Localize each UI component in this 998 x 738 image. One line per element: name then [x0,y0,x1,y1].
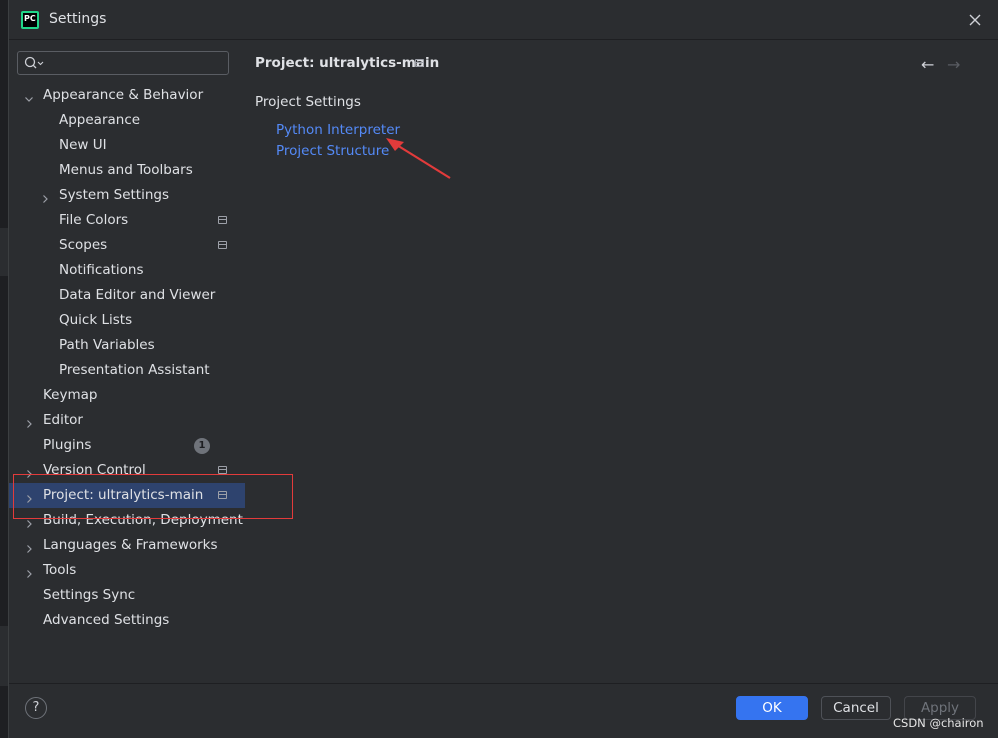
watermark: CSDN @chairon [893,716,984,730]
pycharm-app-icon: PC [21,11,39,29]
sidebar-item-quick-lists[interactable]: Quick Lists [9,308,245,333]
sidebar-item-label: Tools [43,562,77,578]
search-icon [24,56,44,69]
forward-arrow-icon[interactable]: → [947,55,960,74]
sidebar-item-advanced-settings[interactable]: Advanced Settings [9,608,245,633]
chevron-right-icon[interactable] [23,414,35,428]
close-button[interactable] [965,10,985,30]
project-level-icon [218,241,227,249]
dialog-footer: ? OK Cancel Apply [9,683,998,738]
sidebar-item-notifications[interactable]: Notifications [9,258,245,283]
project-structure-link[interactable]: Project Structure [276,143,389,159]
sidebar-item-presentation-assistant[interactable]: Presentation Assistant [9,358,245,383]
annotation-box [13,474,293,519]
sidebar-item-label: Settings Sync [43,587,136,603]
back-arrow-icon[interactable]: ← [921,55,934,74]
sidebar-item-label: New UI [59,137,107,153]
sidebar-item-label: Editor [43,412,83,428]
sidebar-item-settings-sync[interactable]: Settings Sync [9,583,245,608]
sidebar-item-label: Keymap [43,387,98,403]
settings-dialog: PC Settings Appearance & Behavior Appeara… [8,0,998,738]
sidebar-item-data-editor-and-viewer[interactable]: Data Editor and Viewer [9,283,245,308]
chevron-right-icon[interactable] [23,539,35,553]
close-icon [969,14,981,26]
search-input[interactable] [17,51,229,75]
background-strip [0,626,8,686]
sidebar-item-scopes[interactable]: Scopes [9,233,245,258]
sidebar-item-label: Notifications [59,262,144,278]
sidebar-item-label: Menus and Toolbars [59,162,193,178]
sidebar-item-label: Languages & Frameworks [43,537,218,553]
chevron-right-icon[interactable] [23,564,35,578]
sidebar-item-label: File Colors [59,212,129,228]
sidebar-item-path-variables[interactable]: Path Variables [9,333,245,358]
sidebar-item-label: System Settings [59,187,170,203]
sidebar-item-new-ui[interactable]: New UI [9,133,245,158]
settings-sidebar: Appearance & Behavior Appearance New UI Men… [9,41,245,683]
sidebar-item-plugins[interactable]: Plugins 1 [9,433,245,458]
titlebar: PC Settings [9,0,998,40]
updates-badge: 1 [194,438,210,454]
chevron-down-icon[interactable] [23,89,35,102]
sidebar-item-label: Path Variables [59,337,155,353]
sidebar-item-keymap[interactable]: Keymap [9,383,245,408]
sidebar-item-label: Appearance & Behavior [43,87,204,103]
sidebar-item-label: Data Editor and Viewer [59,287,216,303]
sidebar-item-tools[interactable]: Tools [9,558,245,583]
sidebar-item-label: Quick Lists [59,312,133,328]
sidebar-item-appearance-behavior[interactable]: Appearance & Behavior [9,83,245,108]
settings-content: Project: ultralytics-main ← → Project Se… [245,41,998,683]
cancel-button[interactable]: Cancel [821,696,891,720]
ok-button[interactable]: OK [736,696,808,720]
project-level-icon [415,59,424,67]
background-strip [0,228,8,276]
sidebar-item-system-settings[interactable]: System Settings [9,183,245,208]
project-level-icon [218,216,227,224]
sidebar-item-label: Presentation Assistant [59,362,210,378]
section-title: Project Settings [255,94,361,110]
help-button[interactable]: ? [25,697,47,719]
project-level-icon [218,466,227,474]
sidebar-item-label: Plugins [43,437,92,453]
chevron-right-icon[interactable] [39,189,51,203]
sidebar-item-menus-and-toolbars[interactable]: Menus and Toolbars [9,158,245,183]
sidebar-item-languages-frameworks[interactable]: Languages & Frameworks [9,533,245,558]
window-title: Settings [49,11,107,27]
sidebar-item-file-colors[interactable]: File Colors [9,208,245,233]
app-icon-text: PC [23,13,37,27]
sidebar-item-editor[interactable]: Editor [9,408,245,433]
sidebar-item-appearance[interactable]: Appearance [9,108,245,133]
sidebar-item-label: Scopes [59,237,108,253]
annotation-arrow [386,138,451,179]
page-title: Project: ultralytics-main [255,55,440,71]
sidebar-item-label: Appearance [59,112,141,128]
sidebar-item-label: Advanced Settings [43,612,170,628]
